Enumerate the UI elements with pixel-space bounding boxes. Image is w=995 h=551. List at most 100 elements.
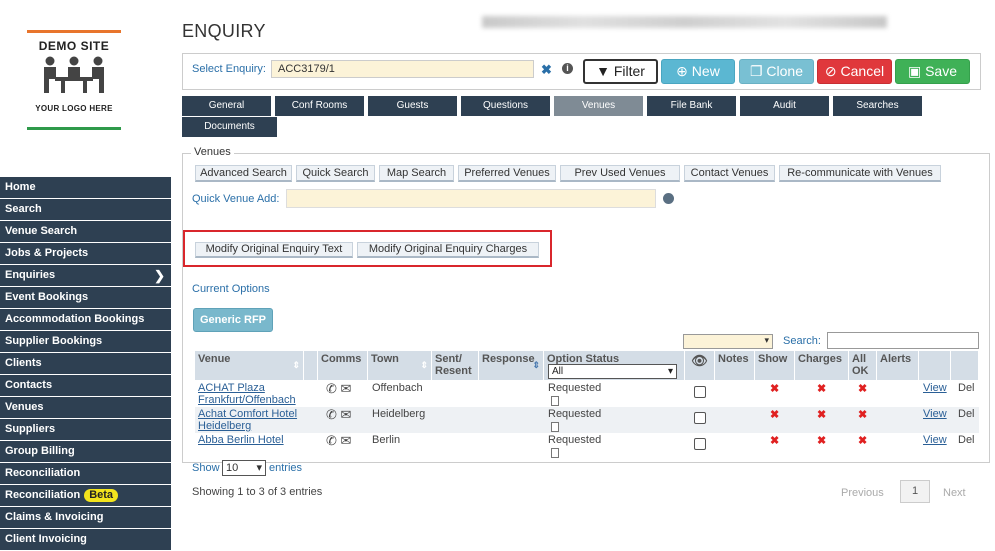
sidebar-item-suppliers[interactable]: Suppliers bbox=[0, 419, 171, 440]
status-cell: Requested bbox=[548, 434, 602, 446]
logo-subtitle: YOUR LOGO HERE bbox=[35, 104, 113, 113]
col-response[interactable]: Response ⇕ bbox=[479, 351, 544, 380]
del-link[interactable]: Del bbox=[958, 382, 975, 394]
envelope-icon[interactable]: ✉ bbox=[341, 381, 352, 396]
comms-icons[interactable]: ✆ ✉ bbox=[326, 407, 351, 423]
document-icon[interactable] bbox=[551, 448, 559, 458]
sidebar-item-label: Search bbox=[5, 203, 42, 215]
col-town[interactable]: Town ⇕ bbox=[368, 351, 432, 380]
tab-documents[interactable]: Documents bbox=[182, 117, 277, 137]
new-button[interactable]: ⊕ New bbox=[661, 59, 735, 84]
globe-icon[interactable] bbox=[663, 193, 674, 204]
sidebar-item-enquiries[interactable]: Enquiries ❯ bbox=[0, 265, 171, 286]
venue-link[interactable]: ACHAT Plaza Frankfurt/Offenbach bbox=[198, 382, 296, 406]
sidebar-item-venues[interactable]: Venues bbox=[0, 397, 171, 418]
sidebar-item-home[interactable]: Home bbox=[0, 177, 171, 198]
recommunicate-venues-button[interactable]: Re-communicate with Venues bbox=[779, 165, 941, 182]
sidebar-item-venue-search[interactable]: Venue Search bbox=[0, 221, 171, 242]
save-button[interactable]: ▣ Save bbox=[895, 59, 970, 84]
phone-icon[interactable]: ✆ bbox=[326, 407, 337, 422]
sidebar-item-claims-invoicing[interactable]: Claims & Invoicing bbox=[0, 507, 171, 528]
phone-icon[interactable]: ✆ bbox=[326, 433, 337, 448]
sidebar-item-search[interactable]: Search bbox=[0, 199, 171, 220]
town-cell: Offenbach bbox=[372, 382, 423, 394]
include-checkbox[interactable] bbox=[694, 412, 706, 424]
col-notes[interactable]: Notes bbox=[715, 351, 755, 380]
envelope-icon[interactable]: ✉ bbox=[341, 407, 352, 422]
advanced-search-button[interactable]: Advanced Search bbox=[195, 165, 292, 182]
sidebar-item-accommodation-bookings[interactable]: Accommodation Bookings bbox=[0, 309, 171, 330]
sidebar-item-group-billing[interactable]: Group Billing bbox=[0, 441, 171, 462]
del-link[interactable]: Del bbox=[958, 408, 975, 420]
contact-venues-button[interactable]: Contact Venues bbox=[684, 165, 775, 182]
col-show[interactable]: Show bbox=[755, 351, 795, 380]
include-checkbox[interactable] bbox=[694, 438, 706, 450]
filter-button[interactable]: ▼ Filter bbox=[583, 59, 658, 84]
search-input[interactable] bbox=[827, 332, 979, 349]
col-charges[interactable]: Charges bbox=[795, 351, 849, 380]
comms-icons[interactable]: ✆ ✉ bbox=[326, 381, 351, 397]
info-icon[interactable]: i bbox=[562, 63, 573, 74]
quick-venue-add-input[interactable] bbox=[286, 189, 656, 208]
col-comms[interactable]: Comms bbox=[318, 351, 368, 380]
table-row: ACHAT Plaza Frankfurt/Offenbach ✆ ✉ Offe… bbox=[195, 381, 979, 407]
col-notes-label: Notes bbox=[718, 353, 749, 365]
clone-label: Clone bbox=[766, 63, 804, 79]
sidebar-item-contacts[interactable]: Contacts bbox=[0, 375, 171, 396]
tab-general[interactable]: General bbox=[182, 96, 271, 116]
sidebar-item-reconciliation[interactable]: Reconciliation bbox=[0, 463, 171, 484]
venue-link[interactable]: Achat Comfort Hotel Heidelberg bbox=[198, 408, 297, 432]
del-link[interactable]: Del bbox=[958, 434, 975, 446]
previous-page-button[interactable]: Previous bbox=[841, 487, 884, 499]
view-link[interactable]: View bbox=[923, 382, 947, 394]
preferred-venues-button[interactable]: Preferred Venues bbox=[458, 165, 556, 182]
document-icon[interactable] bbox=[551, 396, 559, 406]
sidebar-item-label: Group Billing bbox=[5, 445, 75, 457]
map-search-button[interactable]: Map Search bbox=[379, 165, 454, 182]
comms-icons[interactable]: ✆ ✉ bbox=[326, 433, 351, 449]
col-all-ok[interactable]: All OK bbox=[849, 351, 877, 380]
sidebar-item-supplier-bookings[interactable]: Supplier Bookings bbox=[0, 331, 171, 352]
status-cell: Requested bbox=[548, 408, 602, 420]
next-page-button[interactable]: Next bbox=[943, 487, 966, 499]
page-size-select[interactable]: 10 ▾ bbox=[222, 460, 266, 476]
sidebar-item-event-bookings[interactable]: Event Bookings bbox=[0, 287, 171, 308]
tab-venues[interactable]: Venues bbox=[554, 96, 643, 116]
tab-guests[interactable]: Guests bbox=[368, 96, 457, 116]
option-status-filter[interactable]: All ▾ bbox=[548, 364, 677, 379]
generic-rfp-button[interactable]: Generic RFP bbox=[193, 308, 273, 332]
sidebar-item-client-invoicing[interactable]: Client Invoicing bbox=[0, 529, 171, 550]
select-enquiry-input[interactable]: ACC3179/1 bbox=[271, 60, 534, 78]
prev-used-venues-button[interactable]: Prev Used Venues bbox=[560, 165, 680, 182]
col-blank bbox=[304, 351, 318, 380]
include-checkbox[interactable] bbox=[694, 386, 706, 398]
envelope-icon[interactable]: ✉ bbox=[341, 433, 352, 448]
sidebar-item-jobs-projects[interactable]: Jobs & Projects bbox=[0, 243, 171, 264]
sidebar-item-reconciliation-beta[interactable]: Reconciliation Beta bbox=[0, 485, 171, 506]
modify-enquiry-text-button[interactable]: Modify Original Enquiry Text bbox=[195, 242, 353, 258]
sidebar-item-clients[interactable]: Clients bbox=[0, 353, 171, 374]
page-1-button[interactable]: 1 bbox=[900, 480, 930, 503]
town-cell: Berlin bbox=[372, 434, 401, 446]
document-icon[interactable] bbox=[551, 422, 559, 432]
table-filter-select[interactable]: ▾ bbox=[683, 334, 773, 349]
col-alerts[interactable]: Alerts bbox=[877, 351, 919, 380]
cancel-button[interactable]: ⊘ Cancel bbox=[817, 59, 892, 84]
tab-searches[interactable]: Searches bbox=[833, 96, 922, 116]
clear-icon[interactable]: ✖ bbox=[541, 62, 552, 78]
sidebar-item-label: Supplier Bookings bbox=[5, 335, 103, 347]
clone-button[interactable]: ❐ Clone bbox=[739, 59, 814, 84]
tab-audit[interactable]: Audit bbox=[740, 96, 829, 116]
tab-file-bank[interactable]: File Bank bbox=[647, 96, 736, 116]
modify-enquiry-charges-button[interactable]: Modify Original Enquiry Charges bbox=[357, 242, 539, 258]
save-label: Save bbox=[925, 63, 958, 79]
venue-link[interactable]: Abba Berlin Hotel bbox=[198, 434, 284, 446]
phone-icon[interactable]: ✆ bbox=[326, 381, 337, 396]
col-venue[interactable]: Venue ⇕ bbox=[195, 351, 304, 380]
col-sent-resent[interactable]: Sent/ Resent bbox=[432, 351, 479, 380]
view-link[interactable]: View bbox=[923, 434, 947, 446]
tab-questions[interactable]: Questions bbox=[461, 96, 550, 116]
tab-conf-rooms[interactable]: Conf Rooms bbox=[275, 96, 364, 116]
view-link[interactable]: View bbox=[923, 408, 947, 420]
quick-search-button[interactable]: Quick Search bbox=[296, 165, 375, 182]
